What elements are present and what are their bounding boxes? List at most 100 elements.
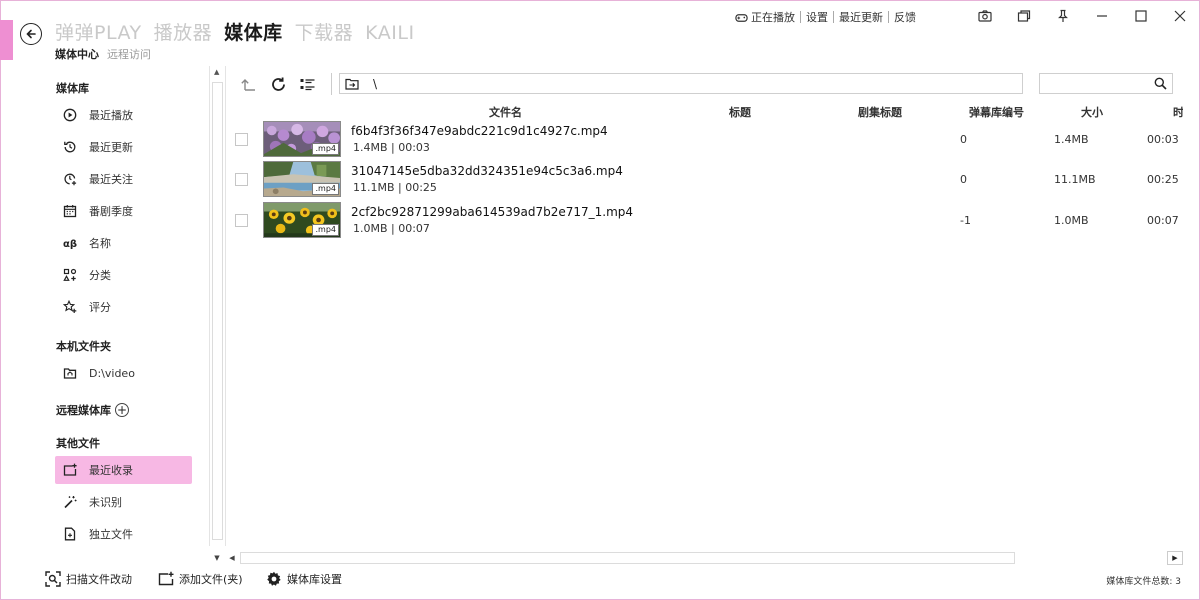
add-remote-library-button[interactable]: + [115,403,129,417]
row-checkbox[interactable] [235,173,248,186]
gamepad-icon [735,13,748,22]
search-box[interactable] [1039,73,1173,94]
tab-downloader[interactable]: 下载器 [295,20,354,46]
sidebar-item-recently-added[interactable]: 最近收录 [55,456,192,484]
sidebar-item-season[interactable]: 番剧季度 [55,197,192,225]
sidebar-item-name[interactable]: αβ 名称 [55,229,192,257]
section-media-library: 媒体库 [56,82,89,95]
scan-changes-label: 扫描文件改动 [66,573,132,586]
sidebar-item-recent-play[interactable]: 最近播放 [55,101,192,129]
horizontal-scrollbar[interactable]: ▼ ◀ ▶ [210,551,1183,565]
top-links: 正在播放 设置 最近更新 反馈 [735,9,916,25]
search-icon[interactable] [1154,77,1167,90]
add-files-label: 添加文件(夹) [179,573,243,586]
tab-player[interactable]: 播放器 [154,20,213,46]
clock-plus-icon [64,173,77,186]
window-controls [965,4,1199,28]
scroll-track[interactable] [240,552,1015,564]
section-remote-label: 远程媒体库 [56,404,111,417]
sidebar-item-local-folder[interactable]: D:\video [55,359,192,387]
minimize-icon [1096,15,1107,17]
toolbar-divider [331,73,332,95]
back-button[interactable] [20,23,42,45]
sidebar-item-category[interactable]: 分类 [55,261,192,289]
add-files-button[interactable]: 添加文件(夹) [158,571,243,587]
duration-cell: 00:07 [1147,214,1179,227]
file-name: 2cf2bc92871299aba614539ad7b2e717_1.mp4 [351,205,634,219]
column-duration[interactable]: 时 [1173,104,1183,120]
now-playing-label: 正在播放 [751,11,795,24]
sub-nav: 媒体中心 远程访问 [55,46,151,62]
folder-arrow-icon [345,78,359,90]
file-extension-badge: .mp4 [312,224,339,236]
sidebar-item-label: D:\video [89,366,135,380]
subtab-remote-access[interactable]: 远程访问 [107,46,151,62]
column-danmaku-id[interactable]: 弹幕库编号 [969,104,1024,120]
scroll-left-icon[interactable]: ◀ [225,552,239,564]
section-remote-library: 远程媒体库 + [56,402,129,418]
refresh-button[interactable] [269,75,287,93]
mini-mode-button[interactable] [1004,4,1043,28]
feedback-link[interactable]: 反馈 [894,9,916,25]
subtab-media-center[interactable]: 媒体中心 [55,46,99,62]
maximize-button[interactable] [1121,4,1160,28]
table-row[interactable]: .mp4 31047145e5dba32dd324351e94c5c3a6.mp… [230,160,1180,200]
column-episode-title[interactable]: 剧集标题 [858,104,902,120]
category-icon [63,268,77,281]
danmaku-id-cell: -1 [960,214,971,227]
sidebar-scrollbar[interactable]: ▲ [209,66,226,546]
main-nav-tabs: 弹弹PLAY 播放器 媒体库 下载器 KAILI [55,20,415,46]
row-checkbox[interactable] [235,133,248,146]
library-settings-button[interactable]: 媒体库设置 [266,571,342,587]
column-size[interactable]: 大小 [1081,104,1103,120]
file-extension-badge: .mp4 [312,143,339,155]
sidebar-item-unrecognized[interactable]: 未识别 [55,488,192,516]
close-button[interactable] [1160,4,1199,28]
table-row[interactable]: .mp4 f6b4f3f36f347e9abdc221c9d1c4927c.mp… [230,120,1180,160]
list-view-icon [300,78,314,90]
row-checkbox[interactable] [235,214,248,227]
accent-strip [0,20,13,60]
star-plus-icon [63,300,77,313]
sidebar-item-standalone[interactable]: 独立文件 [55,520,192,548]
sidebar-item-label: 独立文件 [89,528,133,541]
sidebar-item-recent-update[interactable]: 最近更新 [55,133,192,161]
now-playing-link[interactable]: 正在播放 [735,9,795,25]
camera-icon [977,10,992,22]
scan-changes-button[interactable]: 扫描文件改动 [45,571,132,587]
screenshot-button[interactable] [965,4,1004,28]
scroll-up-icon[interactable]: ▲ [214,68,219,76]
search-input[interactable] [1040,74,1150,93]
column-title[interactable]: 标题 [729,104,751,120]
sidebar-item-label: 最近更新 [89,141,133,154]
path-bar[interactable]: \ [339,73,1023,94]
recent-updates-link[interactable]: 最近更新 [839,9,883,25]
tab-media-library[interactable]: 媒体库 [224,20,283,46]
video-thumbnail: .mp4 [263,202,341,238]
settings-link[interactable]: 设置 [806,9,828,25]
add-folder-icon [158,571,174,586]
folder-icon [63,368,77,379]
library-file-count: 媒体库文件总数: 3 [1106,577,1181,587]
scroll-down-icon[interactable]: ▼ [210,552,224,564]
scan-icon [45,571,61,587]
divider [833,11,834,23]
go-up-button[interactable] [239,75,257,93]
minimize-button[interactable] [1082,4,1121,28]
scroll-right-icon[interactable]: ▶ [1167,551,1183,565]
size-cell: 1.4MB [1054,133,1089,146]
duration-cell: 00:03 [1147,133,1179,146]
list-view-button[interactable] [298,75,316,93]
column-filename[interactable]: 文件名 [489,104,522,120]
sidebar-item-recent-follow[interactable]: 最近关注 [55,165,192,193]
tab-kaili[interactable]: KAILI [365,20,414,46]
danmaku-id-cell: 0 [960,173,967,186]
sidebar-item-rating[interactable]: 评分 [55,293,192,321]
file-meta: 1.4MB | 00:03 [353,141,430,154]
tab-dandanplay[interactable]: 弹弹PLAY [55,20,142,46]
svg-text:αβ: αβ [63,239,77,250]
scroll-thumb[interactable] [212,82,223,540]
duration-cell: 00:25 [1147,173,1179,186]
table-row[interactable]: .mp4 2cf2bc92871299aba614539ad7b2e717_1.… [230,201,1180,241]
pin-button[interactable] [1043,4,1082,28]
